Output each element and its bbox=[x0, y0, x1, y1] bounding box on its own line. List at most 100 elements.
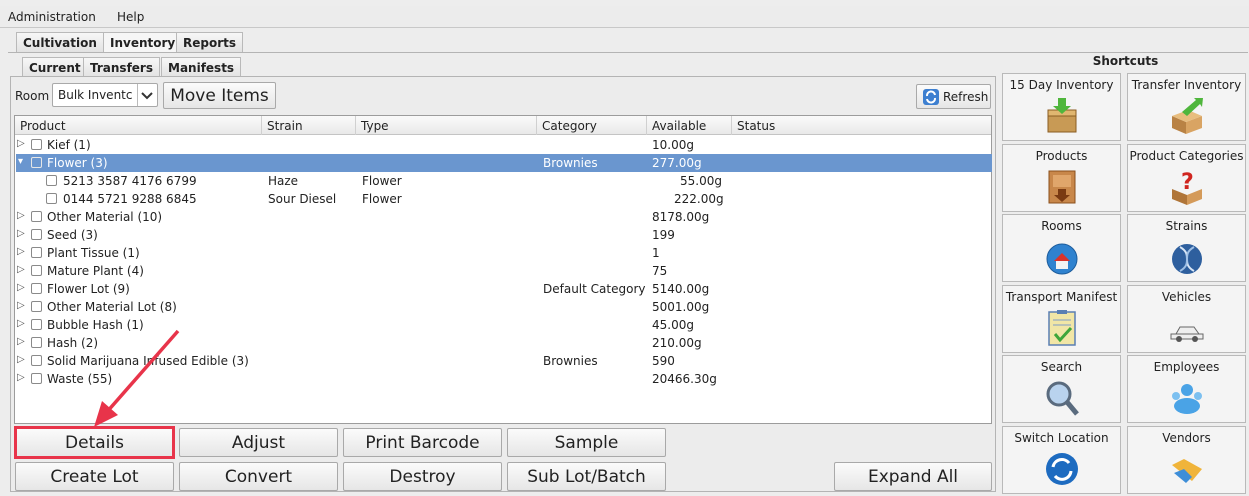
row-checkbox[interactable] bbox=[31, 211, 42, 222]
expand-arrow-icon[interactable]: ▷ bbox=[17, 354, 25, 365]
tab-current[interactable]: Current bbox=[22, 57, 88, 77]
table-row[interactable]: ▷ Flower Lot (9) Default Category 5140.0… bbox=[16, 280, 992, 298]
table-row[interactable]: ▷ Mature Plant (4) 75 bbox=[16, 262, 992, 280]
tab-inventory[interactable]: Inventory bbox=[103, 32, 183, 52]
destroy-button[interactable]: Destroy bbox=[343, 462, 502, 491]
row-checkbox[interactable] bbox=[31, 283, 42, 294]
expand-arrow-icon[interactable]: ▷ bbox=[17, 210, 25, 221]
tab-manifests[interactable]: Manifests bbox=[161, 57, 242, 77]
cell-type: Flower bbox=[362, 192, 402, 206]
table-header: Product Strain Type Category Available S… bbox=[15, 116, 991, 135]
row-checkbox[interactable] bbox=[31, 229, 42, 240]
menu-bar: Administration Help bbox=[0, 6, 1249, 28]
menu-help[interactable]: Help bbox=[117, 10, 144, 24]
shortcut-products[interactable]: Products bbox=[1002, 144, 1121, 212]
row-checkbox[interactable] bbox=[31, 265, 42, 276]
tab-cultivation[interactable]: Cultivation bbox=[16, 32, 104, 52]
cell-product: Flower Lot (9) bbox=[47, 282, 130, 296]
collapse-arrow-icon[interactable]: ▾ bbox=[18, 156, 23, 167]
expand-arrow-icon[interactable]: ▷ bbox=[17, 228, 25, 239]
shortcut-switch-location[interactable]: Switch Location bbox=[1002, 426, 1121, 494]
row-checkbox[interactable] bbox=[31, 319, 42, 330]
sub-lot-batch-button[interactable]: Sub Lot/Batch bbox=[507, 462, 666, 491]
row-checkbox[interactable] bbox=[31, 247, 42, 258]
svg-text:?: ? bbox=[1181, 170, 1194, 195]
cell-strain: Haze bbox=[268, 174, 299, 188]
expand-arrow-icon[interactable]: ▷ bbox=[17, 264, 25, 275]
expand-all-button[interactable]: Expand All bbox=[834, 462, 992, 491]
cell-category: Brownies bbox=[543, 354, 598, 368]
shortcut-transfer-inventory[interactable]: Transfer Inventory bbox=[1127, 73, 1246, 141]
table-row[interactable]: ▷ Other Material (10) 8178.00g bbox=[16, 208, 992, 226]
print-barcode-button[interactable]: Print Barcode bbox=[343, 428, 502, 457]
box-arrow-icon bbox=[1172, 98, 1203, 134]
expand-arrow-icon[interactable]: ▷ bbox=[17, 318, 25, 329]
expand-arrow-icon[interactable]: ▷ bbox=[17, 300, 25, 311]
cell-category: Brownies bbox=[543, 156, 598, 170]
shortcut-rooms[interactable]: Rooms bbox=[1002, 214, 1121, 282]
tab-transfers[interactable]: Transfers bbox=[83, 57, 160, 77]
table-row[interactable]: ▷ Plant Tissue (1) 1 bbox=[16, 244, 992, 262]
shortcut-strains[interactable]: Strains bbox=[1127, 214, 1246, 282]
cell-available: 20466.30g bbox=[652, 372, 717, 386]
col-category[interactable]: Category bbox=[542, 119, 597, 133]
cell-available: 10.00g bbox=[652, 138, 694, 152]
row-checkbox[interactable] bbox=[31, 373, 42, 384]
row-checkbox[interactable] bbox=[31, 139, 42, 150]
shortcut-15-day-inventory[interactable]: 15 Day Inventory bbox=[1002, 73, 1121, 141]
shortcuts-title: Shortcuts bbox=[1092, 54, 1159, 68]
table-row[interactable]: 5213 3587 4176 6799 Haze Flower 55.00g bbox=[16, 172, 992, 190]
expand-arrow-icon[interactable]: ▷ bbox=[17, 282, 25, 293]
col-status[interactable]: Status bbox=[737, 119, 775, 133]
adjust-button[interactable]: Adjust bbox=[179, 428, 338, 457]
shortcut-vehicles[interactable]: Vehicles bbox=[1127, 285, 1246, 353]
table-row[interactable]: ▷ Other Material Lot (8) 5001.00g bbox=[16, 298, 992, 316]
expand-arrow-icon[interactable]: ▷ bbox=[17, 138, 25, 149]
table-row-selected[interactable]: ▾ Flower (3) Brownies 277.00g bbox=[16, 154, 992, 172]
shortcut-product-categories[interactable]: Product Categories ? bbox=[1127, 144, 1246, 212]
table-row[interactable]: ▷ Seed (3) 199 bbox=[16, 226, 992, 244]
row-checkbox[interactable] bbox=[31, 355, 42, 366]
row-checkbox[interactable] bbox=[31, 301, 42, 312]
row-checkbox[interactable] bbox=[46, 175, 57, 186]
convert-button[interactable]: Convert bbox=[179, 462, 338, 491]
col-strain[interactable]: Strain bbox=[267, 119, 303, 133]
row-checkbox[interactable] bbox=[46, 193, 57, 204]
room-select[interactable]: Bulk Inventc bbox=[52, 83, 158, 107]
menu-administration[interactable]: Administration bbox=[8, 10, 96, 24]
cell-available: 75 bbox=[652, 264, 668, 278]
shortcut-label: Vehicles bbox=[1161, 290, 1212, 304]
cell-available: 1 bbox=[652, 246, 660, 260]
shortcut-transport-manifest[interactable]: Transport Manifest bbox=[1002, 285, 1121, 353]
shortcut-search[interactable]: Search bbox=[1002, 355, 1121, 423]
cell-product: Mature Plant (4) bbox=[47, 264, 144, 278]
table-row[interactable]: ▷ Kief (1) 10.00g bbox=[16, 136, 992, 154]
cell-available: 5140.00g bbox=[652, 282, 710, 296]
shortcut-label: Search bbox=[1040, 360, 1083, 374]
row-checkbox[interactable] bbox=[31, 337, 42, 348]
handshake-icon bbox=[1172, 459, 1202, 483]
col-available[interactable]: Available bbox=[652, 119, 706, 133]
refresh-globe-icon bbox=[1046, 453, 1078, 485]
product-box-icon bbox=[1048, 170, 1076, 204]
shortcut-label: Employees bbox=[1153, 360, 1220, 374]
table-row[interactable]: 0144 5721 9288 6845 Sour Diesel Flower 2… bbox=[16, 190, 992, 208]
shortcut-label: Products bbox=[1035, 149, 1088, 163]
shortcut-label: Transfer Inventory bbox=[1131, 78, 1242, 92]
tab-reports[interactable]: Reports bbox=[176, 32, 244, 52]
move-items-button[interactable]: Move Items bbox=[163, 82, 276, 109]
refresh-button[interactable]: Refresh bbox=[916, 84, 991, 109]
expand-arrow-icon[interactable]: ▷ bbox=[17, 372, 25, 383]
cell-product: Seed (3) bbox=[47, 228, 98, 242]
shortcut-label: Transport Manifest bbox=[1005, 290, 1118, 304]
expand-arrow-icon[interactable]: ▷ bbox=[17, 246, 25, 257]
col-type[interactable]: Type bbox=[361, 119, 389, 133]
row-checkbox[interactable] bbox=[31, 157, 42, 168]
create-lot-button[interactable]: Create Lot bbox=[15, 462, 174, 491]
sample-button[interactable]: Sample bbox=[507, 428, 666, 457]
shortcut-vendors[interactable]: Vendors bbox=[1127, 426, 1246, 494]
col-product[interactable]: Product bbox=[20, 119, 66, 133]
expand-arrow-icon[interactable]: ▷ bbox=[17, 336, 25, 347]
shortcut-employees[interactable]: Employees bbox=[1127, 355, 1246, 423]
question-box-icon: ? bbox=[1172, 170, 1202, 205]
